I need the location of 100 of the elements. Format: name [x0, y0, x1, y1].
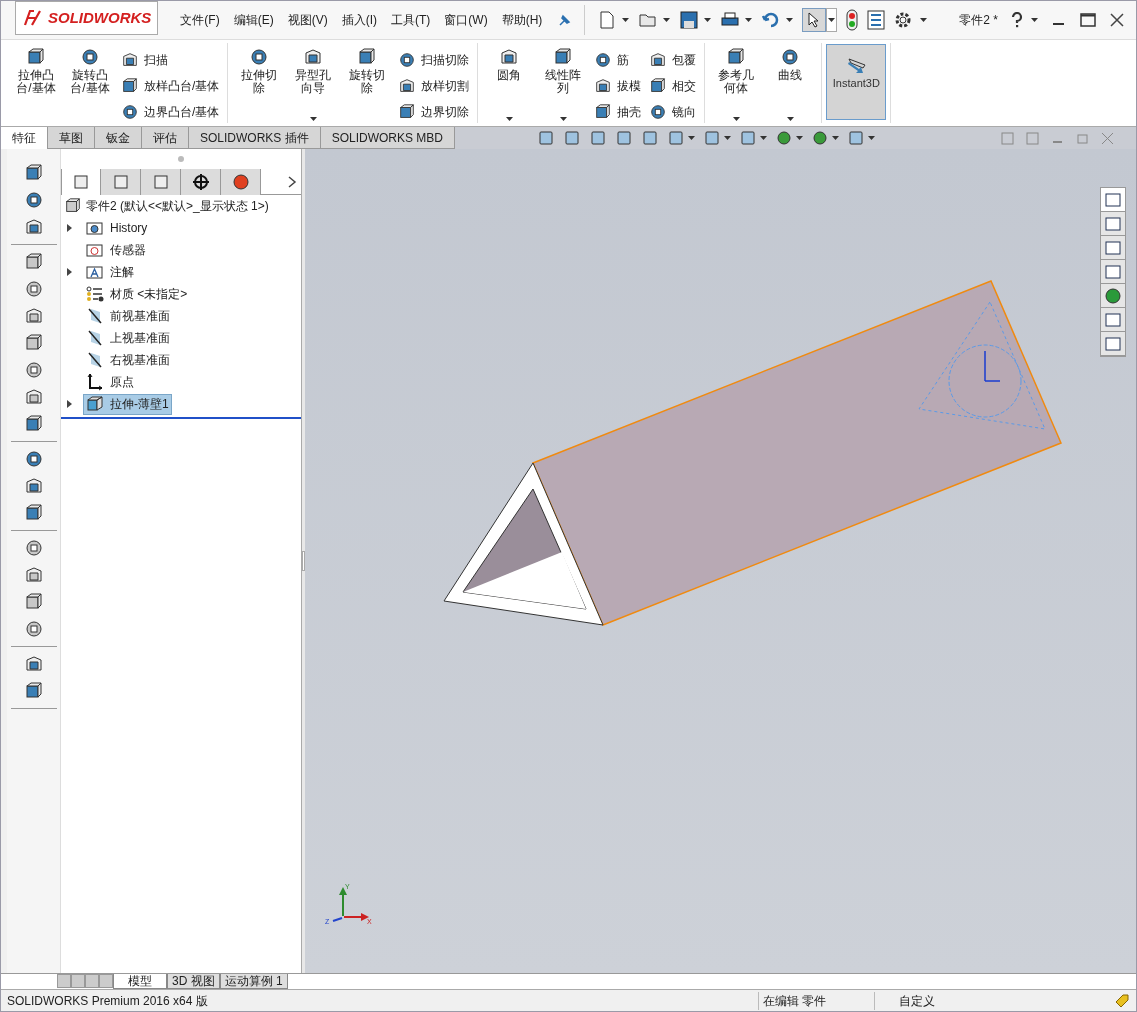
- close-icon[interactable]: [1110, 13, 1124, 27]
- tree-item[interactable]: 传感器: [83, 239, 149, 261]
- ribbon-button[interactable]: 放样凸台/基体: [144, 77, 220, 95]
- save-icon[interactable]: [679, 10, 700, 30]
- dropdown-caret-icon[interactable]: [786, 18, 794, 22]
- history-folder-icon: [86, 219, 104, 237]
- ribbon-button[interactable]: 圆角: [486, 69, 533, 82]
- menu-item[interactable]: 插入(I): [341, 11, 377, 29]
- dropdown-caret-icon[interactable]: [559, 117, 567, 121]
- ribbon-button[interactable]: 包覆: [672, 51, 697, 69]
- feature-icon: [499, 47, 520, 67]
- command-tab[interactable]: 评估: [142, 127, 189, 149]
- expand-triangle-icon[interactable]: [67, 400, 72, 408]
- command-tab[interactable]: SOLIDWORKS MBD: [320, 127, 456, 149]
- dropdown-caret-icon[interactable]: [745, 18, 753, 22]
- select-pointer-button[interactable]: [802, 8, 827, 32]
- command-tab[interactable]: 钣金: [95, 127, 142, 149]
- tree-item[interactable]: 材质 <未指定>: [83, 283, 191, 305]
- model-tab[interactable]: 3D 视图: [167, 974, 220, 989]
- traffic-light-icon[interactable]: [846, 9, 859, 31]
- dropdown-caret-icon[interactable]: [622, 18, 630, 22]
- dropdown-caret-icon[interactable]: [732, 117, 740, 121]
- dropdown-button[interactable]: [826, 8, 838, 32]
- help-icon[interactable]: [1011, 12, 1023, 28]
- feature-icon: [594, 51, 613, 69]
- dropdown-caret-icon[interactable]: [786, 117, 794, 121]
- dropdown-caret-icon[interactable]: [724, 136, 731, 140]
- units-dropdown[interactable]: 自定义: [874, 991, 1024, 1010]
- chevron-right-icon[interactable]: [287, 174, 297, 189]
- pin-icon[interactable]: [558, 13, 573, 27]
- menu-item[interactable]: 帮助(H): [501, 11, 543, 29]
- tree-item[interactable]: 前视基准面: [83, 305, 173, 327]
- maximize-icon[interactable]: [1080, 13, 1096, 27]
- ribbon-button[interactable]: 镜向: [672, 103, 697, 121]
- ribbon-button[interactable]: 曲线: [767, 69, 814, 82]
- ribbon-button[interactable]: 旋转切除: [344, 69, 391, 95]
- feature-icon: [398, 77, 417, 95]
- dropdown-caret-icon[interactable]: [309, 117, 317, 121]
- tree-item[interactable]: 拉伸-薄壁1: [83, 393, 172, 415]
- ribbon-button[interactable]: 边界凸台/基体: [144, 103, 220, 121]
- model-tab[interactable]: 模型: [113, 974, 167, 989]
- command-icon: [23, 592, 44, 612]
- caret-icon[interactable]: [828, 18, 836, 22]
- dropdown-caret-icon[interactable]: [760, 136, 767, 140]
- ribbon-button[interactable]: 线性阵列: [540, 69, 587, 95]
- dropdown-caret-icon[interactable]: [796, 136, 803, 140]
- dropdown-caret-icon[interactable]: [505, 117, 513, 121]
- menu-item[interactable]: 视图(V): [287, 11, 328, 29]
- tree-item[interactable]: 右视基准面: [83, 349, 173, 371]
- instant3d-button[interactable]: Instant3D: [826, 44, 887, 120]
- dropdown-caret-icon[interactable]: [688, 136, 695, 140]
- ribbon-button[interactable]: 相交: [672, 77, 697, 95]
- menu-item[interactable]: 窗口(W): [444, 11, 488, 29]
- tag-icon[interactable]: [1114, 992, 1130, 1009]
- ribbon-button[interactable]: 抽壳: [617, 103, 642, 121]
- tree-item[interactable]: History: [83, 217, 151, 239]
- dropdown-caret-icon[interactable]: [920, 18, 928, 22]
- feature-icon: [357, 47, 378, 67]
- command-tab[interactable]: 草图: [48, 127, 95, 149]
- ribbon-button[interactable]: 扫描: [144, 51, 168, 69]
- ribbon-button[interactable]: 扫描切除: [421, 51, 470, 69]
- command-icon: [23, 681, 44, 701]
- feature-icon: [249, 47, 270, 67]
- ribbon-button[interactable]: 拉伸凸台/基体: [13, 69, 59, 95]
- expand-triangle-icon[interactable]: [67, 224, 72, 232]
- manager-tab[interactable]: [221, 169, 261, 195]
- command-icon: [23, 163, 44, 183]
- model-tab[interactable]: 运动算例 1: [219, 974, 288, 989]
- ribbon-button[interactable]: 放样切割: [421, 77, 470, 95]
- dropdown-caret-icon[interactable]: [1031, 18, 1038, 22]
- command-tab[interactable]: SOLIDWORKS 插件: [189, 127, 321, 149]
- tree-item[interactable]: 原点: [83, 371, 137, 393]
- ribbon-button[interactable]: 旋转凸台/基体: [67, 69, 113, 95]
- command-icon: [23, 565, 44, 585]
- menu-item[interactable]: 文件(F): [180, 11, 220, 29]
- menu-item[interactable]: 工具(T): [391, 11, 431, 29]
- manager-tab[interactable]: [181, 169, 221, 195]
- settings-icon[interactable]: [894, 11, 913, 29]
- options-list-icon[interactable]: [867, 10, 886, 30]
- expand-triangle-icon[interactable]: [67, 268, 72, 276]
- ribbon-button[interactable]: 筋: [617, 51, 630, 69]
- splitter-handle[interactable]: [302, 551, 305, 571]
- dropdown-caret-icon[interactable]: [663, 18, 671, 22]
- tree-item[interactable]: 注解: [83, 261, 137, 283]
- command-icon: [23, 252, 44, 272]
- tree-item-label: 注解: [110, 264, 134, 281]
- ribbon-button[interactable]: 拔模: [617, 77, 642, 95]
- ribbon-button[interactable]: 边界切除: [421, 103, 470, 121]
- menu-item[interactable]: 编辑(E): [233, 11, 274, 29]
- ribbon-button[interactable]: 拉伸切除: [236, 69, 283, 95]
- ribbon-button[interactable]: 异型孔向导: [290, 69, 337, 95]
- dropdown-caret-icon[interactable]: [868, 136, 875, 140]
- ribbon-button[interactable]: 参考几何体: [713, 69, 760, 95]
- command-icon: [23, 217, 44, 237]
- tree-item[interactable]: 上视基准面: [83, 327, 173, 349]
- command-icon: [23, 414, 44, 434]
- tree-root-label[interactable]: 零件2 (默认<<默认>_显示状态 1>): [86, 197, 269, 215]
- command-icon: [23, 387, 44, 407]
- dropdown-caret-icon[interactable]: [704, 18, 712, 22]
- dropdown-caret-icon[interactable]: [832, 136, 839, 140]
